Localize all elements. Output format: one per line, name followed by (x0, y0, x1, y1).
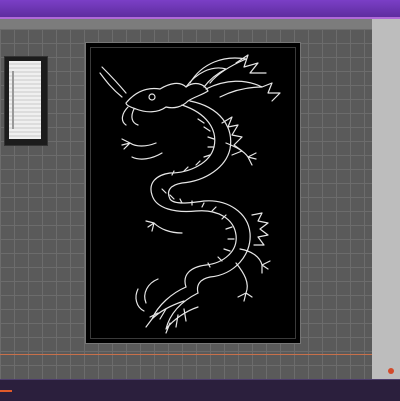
artboard[interactable] (85, 42, 301, 344)
ruler (0, 19, 372, 29)
canvas-bottom-guide (0, 354, 372, 355)
taskbar (0, 379, 400, 401)
taskbar-marker (0, 390, 12, 392)
thumbnail-scrollbar[interactable] (12, 71, 14, 129)
right-side-panel (372, 19, 400, 379)
status-indicator-icon (388, 368, 394, 374)
thumbnail-preview (9, 61, 41, 139)
dragon-artwork-icon[interactable] (86, 43, 302, 345)
layer-thumbnail[interactable] (4, 56, 48, 146)
